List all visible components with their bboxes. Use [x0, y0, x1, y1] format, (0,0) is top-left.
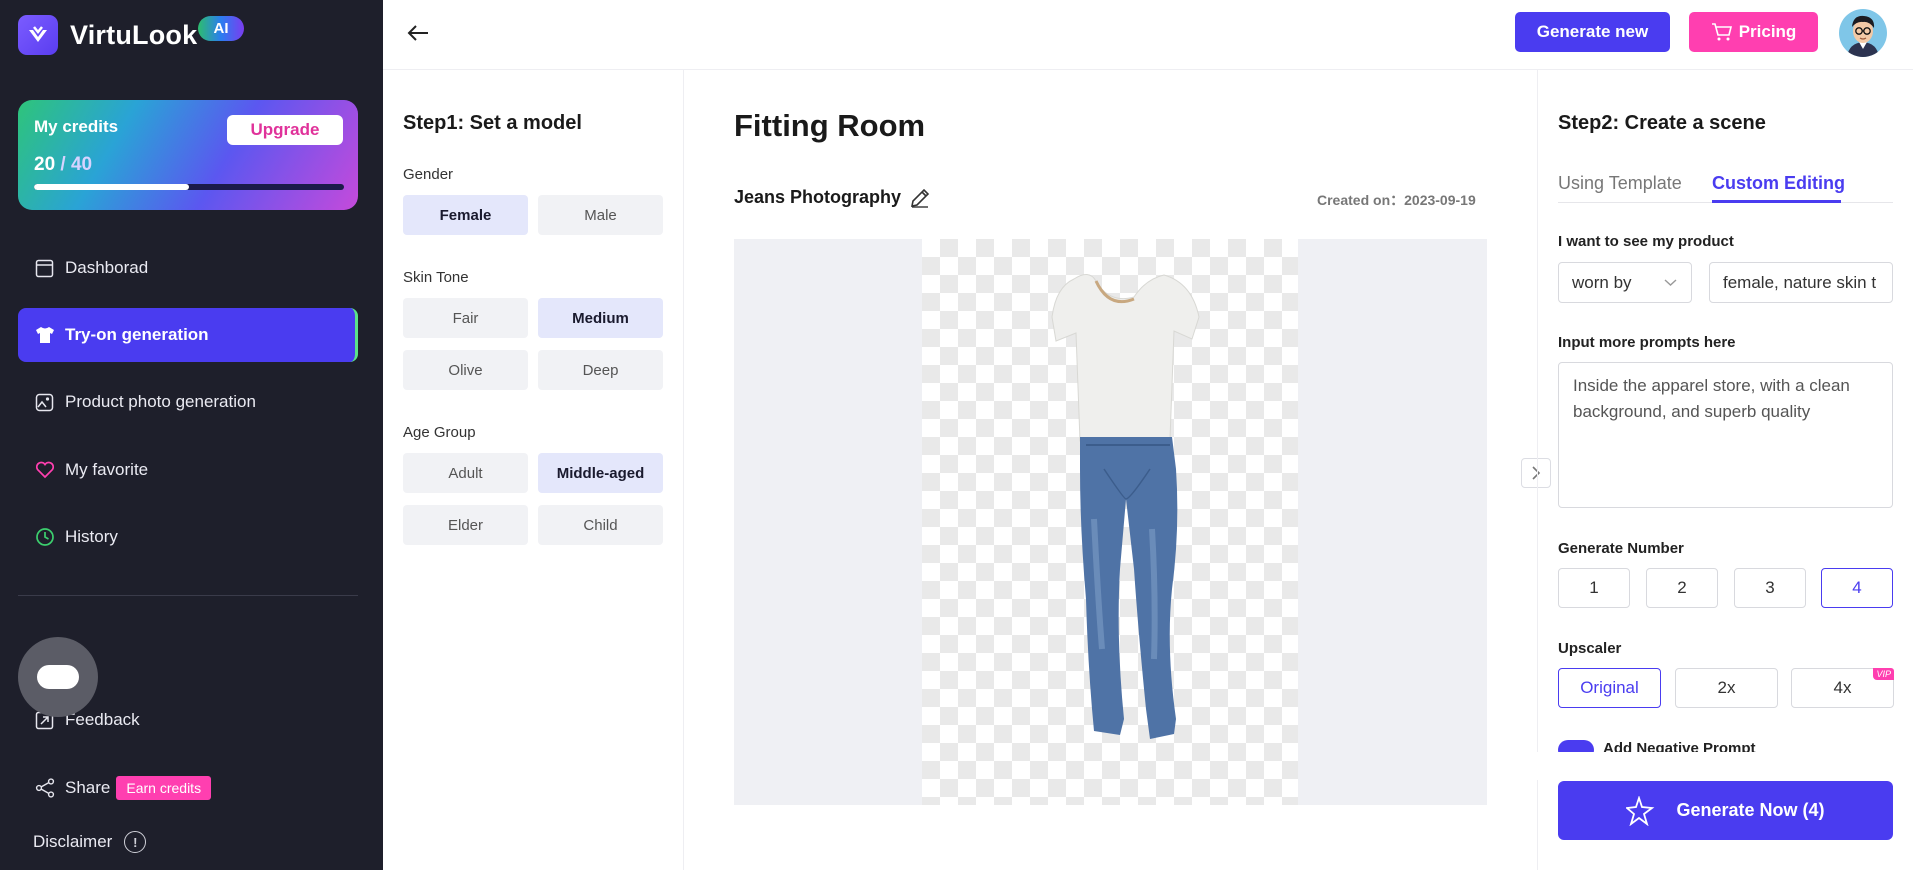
sidebar-item-history[interactable]: History — [18, 510, 358, 564]
generate-number-3[interactable]: 3 — [1734, 568, 1806, 608]
age-group-label: Age Group — [403, 424, 476, 441]
vip-badge: VIP — [1873, 668, 1894, 680]
step2-title: Step2: Create a scene — [1558, 112, 1766, 134]
brand[interactable]: VirtuLook — [18, 15, 197, 55]
scroll-fade — [1537, 752, 1913, 780]
cart-icon — [1711, 23, 1732, 41]
worn-by-value: worn by — [1572, 272, 1632, 292]
prompt-textarea[interactable]: Inside the apparel store, with a clean b… — [1558, 362, 1893, 508]
step1-panel: Step1: Set a model Gender Female Male Sk… — [383, 70, 684, 870]
generate-number-1[interactable]: 1 — [1558, 568, 1630, 608]
credits-card: My credits 20 / 40 Upgrade — [18, 100, 358, 210]
sparkle-star-icon — [1626, 795, 1655, 826]
upscaler-2x[interactable]: 2x — [1675, 668, 1778, 708]
generate-number-label: Generate Number — [1558, 540, 1684, 557]
sidebar-item-label: History — [65, 527, 118, 546]
chevron-down-icon — [1664, 279, 1677, 286]
skin-tone-option-olive[interactable]: Olive — [403, 350, 528, 390]
upgrade-button[interactable]: Upgrade — [227, 115, 343, 145]
sidebar-item-label: Product photo generation — [65, 392, 256, 411]
back-arrow-icon[interactable] — [403, 18, 433, 48]
info-icon: ! — [124, 831, 147, 853]
clock-icon — [34, 527, 55, 548]
upscaler-4x-label: 4x — [1833, 678, 1852, 697]
credits-used: 20 — [34, 154, 56, 175]
age-option-middle-aged[interactable]: Middle-aged — [538, 453, 663, 493]
heart-icon — [34, 460, 55, 481]
sidebar-item-label: My favorite — [65, 460, 149, 479]
tab-active-indicator — [1712, 200, 1841, 203]
sidebar-item-my-favorite[interactable]: My favorite — [18, 443, 358, 497]
upscaler-4x[interactable]: 4x VIP — [1791, 668, 1894, 708]
upscaler-label: Upscaler — [1558, 640, 1622, 657]
brand-name: VirtuLook — [70, 19, 198, 50]
prompts-label: Input more prompts here — [1558, 334, 1736, 351]
disclaimer-link[interactable]: Disclaimer ! — [33, 831, 147, 853]
chat-bubble-icon — [37, 665, 79, 689]
sidebar-item-label: Feedback — [65, 710, 140, 729]
sidebar-item-label: Try-on generation — [65, 325, 209, 344]
sidebar-item-try-on-generation[interactable]: Try-on generation — [18, 308, 358, 362]
tshirt-icon — [34, 325, 55, 346]
sidebar-item-label: Share — [65, 778, 111, 797]
credits-count: 20 / 40 — [34, 154, 92, 176]
virtulook-logo-icon — [18, 15, 58, 55]
generate-number-2[interactable]: 2 — [1646, 568, 1718, 608]
page-title: Fitting Room — [734, 108, 926, 143]
age-option-adult[interactable]: Adult — [403, 453, 528, 493]
credits-total: / 40 — [60, 154, 93, 175]
user-avatar[interactable] — [1839, 9, 1887, 57]
skin-tone-option-deep[interactable]: Deep — [538, 350, 663, 390]
credits-progress-fill — [34, 184, 189, 190]
skin-tone-option-fair[interactable]: Fair — [403, 298, 528, 338]
see-product-label: I want to see my product — [1558, 233, 1734, 250]
dashboard-icon — [34, 258, 55, 279]
generate-now-button[interactable]: Generate Now (4) — [1558, 781, 1893, 840]
generate-now-label: Generate Now (4) — [1676, 800, 1825, 820]
skin-tone-option-medium[interactable]: Medium — [538, 298, 663, 338]
pricing-label: Pricing — [1738, 22, 1797, 41]
credits-progress-bar — [34, 184, 344, 190]
tab-using-template[interactable]: Using Template — [1558, 173, 1682, 194]
ai-badge: AI — [198, 16, 244, 41]
edit-pencil-icon[interactable] — [908, 186, 932, 210]
garment-image — [1051, 274, 1200, 739]
sidebar: VirtuLook AI My credits 20 / 40 Upgrade … — [0, 0, 383, 870]
gender-option-male[interactable]: Male — [538, 195, 663, 235]
step1-title: Step1: Set a model — [403, 112, 582, 134]
sidebar-item-dashboard[interactable]: Dashborad — [18, 241, 358, 295]
skin-tone-label: Skin Tone — [403, 269, 469, 286]
age-option-elder[interactable]: Elder — [403, 505, 528, 545]
gender-label: Gender — [403, 166, 454, 183]
earn-credits-badge[interactable]: Earn credits — [116, 776, 212, 800]
worn-by-select[interactable]: worn by — [1558, 262, 1692, 303]
chat-support-button[interactable] — [18, 637, 98, 717]
sidebar-item-share[interactable]: Share Earn credits — [18, 761, 358, 815]
disclaimer-label: Disclaimer — [33, 832, 113, 851]
model-description-input[interactable]: female, nature skin t — [1709, 262, 1893, 303]
generate-number-4[interactable]: 4 — [1821, 568, 1893, 608]
created-date: Created on：2023-09-19 — [1317, 192, 1476, 208]
share-icon — [34, 778, 55, 799]
upscaler-original[interactable]: Original — [1558, 668, 1661, 708]
generate-new-button[interactable]: Generate new — [1515, 12, 1670, 52]
tab-custom-editing[interactable]: Custom Editing — [1712, 173, 1845, 194]
gender-option-female[interactable]: Female — [403, 195, 528, 235]
preview-canvas — [734, 239, 1487, 805]
image-icon — [34, 392, 55, 413]
top-bar: Generate new Pricing — [383, 0, 1913, 70]
sidebar-item-label: Dashborad — [65, 258, 149, 277]
project-name: Jeans Photography — [734, 187, 902, 207]
pricing-button[interactable]: Pricing — [1689, 12, 1818, 52]
age-option-child[interactable]: Child — [538, 505, 663, 545]
sidebar-divider — [18, 595, 358, 596]
sidebar-item-product-photo-generation[interactable]: Product photo generation — [18, 375, 358, 429]
